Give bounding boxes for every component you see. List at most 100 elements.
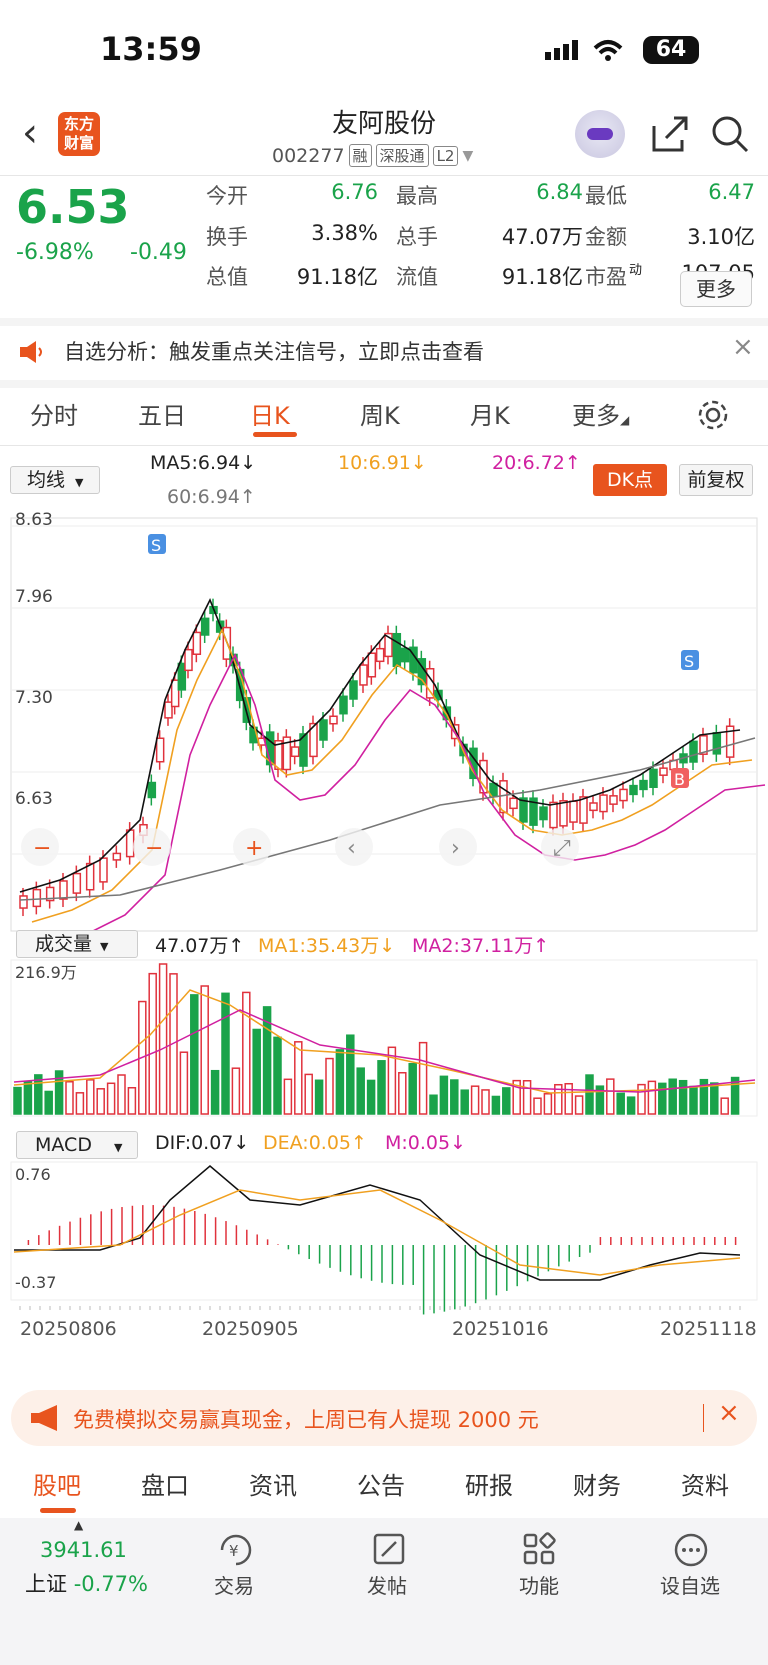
- candle-body: [659, 767, 668, 776]
- dk-point-button[interactable]: DK点: [593, 464, 667, 496]
- post-label[interactable]: 发帖: [367, 1570, 407, 1599]
- candle-body: [392, 632, 402, 668]
- volume-bar: [668, 1078, 677, 1115]
- tab-profile[interactable]: 资料: [681, 1466, 729, 1501]
- candle-body: [712, 732, 722, 755]
- chart-control-icon: ‹: [347, 836, 356, 861]
- close-icon[interactable]: ×: [718, 1398, 740, 1428]
- quote-value: 6.84: [536, 180, 583, 204]
- tab-week-k[interactable]: 周K: [360, 396, 400, 431]
- macd-m: M:0.05↓: [385, 1132, 467, 1154]
- candle-body: [112, 852, 122, 861]
- volume-bar: [273, 1036, 282, 1115]
- candle-body: [579, 796, 588, 824]
- tab-announce[interactable]: 公告: [357, 1466, 405, 1501]
- post-edit-icon[interactable]: [372, 1532, 406, 1570]
- macd-min-label: -0.37: [15, 1273, 56, 1292]
- volume-bar: [325, 1057, 334, 1115]
- trade-label[interactable]: 交易: [214, 1570, 254, 1599]
- share-icon[interactable]: [650, 114, 690, 158]
- candle-body: [639, 779, 648, 791]
- tab-minute[interactable]: 分时: [30, 396, 78, 431]
- more-button[interactable]: 更多: [680, 271, 752, 307]
- change-amount: -0.49: [130, 240, 187, 265]
- volume-bar: [543, 1093, 553, 1115]
- tab-more[interactable]: 更多◢: [572, 396, 629, 431]
- quote-value: 91.18亿: [296, 265, 378, 289]
- volume-bar: [398, 1072, 407, 1115]
- active-tab-indicator: [40, 1508, 76, 1513]
- index-line[interactable]: 上证 -0.77%: [25, 1568, 148, 1598]
- tab-news[interactable]: 资讯: [249, 1466, 297, 1501]
- signal-label: S: [151, 536, 161, 555]
- volume-bar: [117, 1074, 126, 1115]
- function-label[interactable]: 功能: [519, 1570, 559, 1599]
- pe-dynamic-tag: 动: [629, 263, 643, 278]
- trade-icon[interactable]: ¥: [216, 1532, 256, 1570]
- tab-day-k[interactable]: 日K: [250, 396, 290, 431]
- x-axis-label: 20251118: [660, 1318, 757, 1340]
- volume-bar: [658, 1082, 667, 1115]
- volume-bar: [626, 1096, 636, 1115]
- chart-control-icon: ›: [451, 836, 460, 861]
- search-icon[interactable]: [710, 114, 750, 158]
- candle-body: [359, 664, 368, 686]
- x-axis-label: 20250806: [20, 1318, 117, 1340]
- caret-down-icon: ▼: [462, 147, 474, 164]
- last-price: 6.53: [16, 180, 130, 234]
- tab-pankou[interactable]: 盘口: [141, 1466, 189, 1501]
- promo-banner[interactable]: 免费模拟交易赢真现金，上周已有人提现 2000 元 ×: [11, 1390, 757, 1446]
- tab-5day[interactable]: 五日: [138, 396, 186, 431]
- dea-line: [13, 1189, 741, 1276]
- candle-body: [689, 740, 698, 763]
- quote-label: 今开: [206, 184, 248, 208]
- tag-level2: L2: [432, 145, 459, 166]
- macd-selector[interactable]: MACD ▼: [16, 1131, 138, 1159]
- status-time: 13:59: [100, 30, 202, 68]
- quote-value: 6.76: [331, 180, 378, 204]
- settings-gear-icon[interactable]: [696, 398, 730, 436]
- chart-control-icon: −: [33, 836, 51, 861]
- close-icon[interactable]: ×: [732, 332, 754, 362]
- function-grid-icon[interactable]: [522, 1532, 556, 1570]
- candle-body: [184, 648, 193, 672]
- speaker-icon: [20, 341, 42, 363]
- index-value[interactable]: 3941.61: [40, 1538, 127, 1562]
- volume-bar: [242, 991, 251, 1115]
- y-tick-label: 7.96: [15, 587, 53, 607]
- candle-body: [609, 795, 618, 805]
- candle-body: [319, 719, 328, 741]
- adjust-button[interactable]: 前复权: [679, 464, 753, 496]
- volume-bar: [231, 1067, 241, 1115]
- volume-bar: [616, 1092, 625, 1115]
- candle-body: [99, 857, 108, 883]
- tab-finance[interactable]: 财务: [573, 1466, 621, 1501]
- volume-value: 47.07万↑: [155, 935, 245, 957]
- stock-subline[interactable]: 002277 融 深股通 L2 ▼: [272, 144, 473, 167]
- add-watchlist-label[interactable]: 设自选: [660, 1570, 720, 1599]
- content-tabs: 股吧 盘口 资讯 公告 研报 财务 资料: [0, 1460, 768, 1518]
- tab-research[interactable]: 研报: [465, 1466, 513, 1501]
- volume-bar: [366, 1079, 376, 1115]
- y-tick-label: 8.63: [15, 510, 53, 530]
- notice-bar[interactable]: 自选分析：触发重点关注信号，立即点击查看 ×: [0, 322, 768, 380]
- more-dots-icon[interactable]: [673, 1532, 709, 1572]
- volume-bar: [429, 1094, 438, 1115]
- volume-bar: [127, 1087, 137, 1115]
- volume-bar: [637, 1083, 646, 1115]
- vol-ma1: MA1:35.43万↓: [258, 935, 396, 957]
- candle-body: [400, 647, 410, 663]
- volume-bar: [678, 1079, 688, 1115]
- candle-body: [569, 800, 578, 823]
- quote-value: 47.07万: [501, 225, 583, 249]
- volume-selector[interactable]: 成交量 ▼: [16, 930, 138, 958]
- volume-bar: [720, 1097, 729, 1115]
- volume-bar: [210, 1069, 220, 1115]
- tab-guba[interactable]: 股吧: [33, 1466, 81, 1501]
- ma5-label: MA5:6.94↓: [150, 452, 257, 474]
- indicator-selector[interactable]: 均线 ▼: [10, 466, 100, 494]
- megaphone-icon: [31, 1405, 57, 1431]
- tab-month-k[interactable]: 月K: [470, 396, 510, 431]
- quote-value: 91.18亿: [501, 265, 583, 289]
- assistant-avatar-icon[interactable]: [575, 110, 625, 158]
